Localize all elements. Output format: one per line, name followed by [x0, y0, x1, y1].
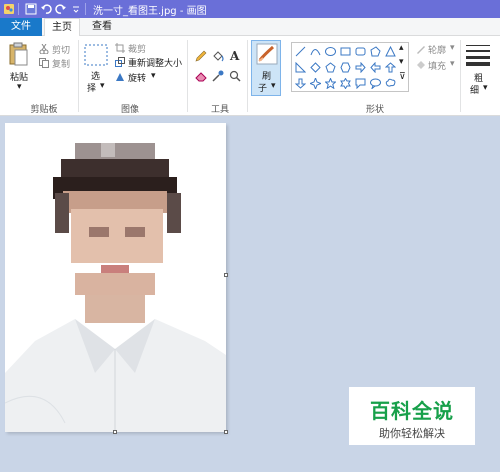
- magnifier-icon[interactable]: [229, 70, 241, 85]
- copy-button[interactable]: 复制: [52, 57, 70, 70]
- shapes-expand-icon[interactable]: ⊽: [399, 72, 406, 82]
- rounded-rectangle-shape-icon[interactable]: [355, 46, 366, 57]
- brush-icon[interactable]: [256, 43, 278, 68]
- watermark-subtitle: 助你轻松解决: [379, 427, 445, 440]
- svg-text:A: A: [229, 49, 240, 62]
- group-separator: [247, 40, 248, 112]
- crop-icon[interactable]: [115, 43, 125, 56]
- paste-dropdown-icon[interactable]: ▾: [17, 82, 22, 92]
- rotate-icon[interactable]: [115, 72, 125, 85]
- triangle-shape-icon[interactable]: [385, 46, 396, 57]
- title-bar: 洗一寸_看图王.jpg - 画图: [0, 0, 500, 18]
- rotate-dropdown-icon[interactable]: ▾: [151, 71, 156, 81]
- size-icon[interactable]: [466, 44, 490, 69]
- drawing-canvas[interactable]: [5, 123, 226, 432]
- diamond-shape-icon[interactable]: [310, 62, 321, 73]
- copy-icon[interactable]: [39, 58, 49, 71]
- crop-button[interactable]: 裁剪: [128, 42, 146, 55]
- right-triangle-shape-icon[interactable]: [295, 62, 306, 73]
- watermark: 百科全说 助你轻松解决: [349, 387, 475, 445]
- pixelated-portrait-image: [5, 143, 226, 432]
- pencil-icon[interactable]: [195, 50, 207, 65]
- outline-icon[interactable]: [416, 44, 426, 57]
- tab-view[interactable]: 查看: [84, 18, 120, 37]
- canvas-resize-handle-bottom[interactable]: [113, 430, 117, 434]
- group-separator: [460, 40, 461, 112]
- titlebar-separator: [85, 3, 86, 15]
- window-title: 洗一寸_看图王.jpg - 画图: [93, 5, 207, 17]
- eraser-icon[interactable]: [195, 70, 207, 85]
- group-label-tools: 工具: [210, 105, 229, 115]
- cut-button[interactable]: 剪切: [52, 43, 70, 56]
- canvas-resize-handle-corner[interactable]: [224, 430, 228, 434]
- color-picker-icon[interactable]: [212, 70, 224, 85]
- brushes-label-line2[interactable]: 子: [258, 81, 267, 94]
- cut-icon[interactable]: [39, 43, 49, 57]
- line-shape-icon[interactable]: [295, 46, 306, 57]
- watermark-title: 百科全说: [370, 399, 454, 423]
- text-icon[interactable]: A: [229, 49, 241, 65]
- select-button-line2[interactable]: 择: [87, 81, 96, 94]
- left-arrow-shape-icon[interactable]: [370, 62, 381, 73]
- polygon-shape-icon[interactable]: [370, 46, 381, 57]
- rounded-callout-shape-icon[interactable]: [355, 78, 366, 89]
- save-icon[interactable]: [25, 3, 37, 15]
- six-point-star-shape-icon[interactable]: [340, 78, 351, 89]
- group-separator: [187, 40, 188, 112]
- shapes-gallery[interactable]: [291, 42, 409, 92]
- curve-shape-icon[interactable]: [310, 46, 321, 57]
- shapes-scroll-up-icon[interactable]: ▴: [399, 43, 404, 53]
- ribbon: 粘贴 ▾ 剪切 复制 剪贴板 选 择 ▾ 裁剪 重新调整大小 旋转 ▾ 图像 A: [0, 36, 500, 116]
- customize-toolbar-icon[interactable]: [70, 3, 82, 15]
- cloud-callout-shape-icon[interactable]: [385, 78, 396, 89]
- size-dropdown-icon[interactable]: ▾: [483, 83, 488, 93]
- resize-button[interactable]: 重新调整大小: [128, 56, 182, 69]
- rotate-button[interactable]: 旋转: [128, 71, 146, 84]
- outline-button[interactable]: 轮廓: [428, 43, 446, 56]
- titlebar-separator: [18, 3, 19, 15]
- fill-dropdown-icon[interactable]: ▾: [450, 59, 455, 69]
- group-label-clipboard: 剪贴板: [30, 105, 58, 115]
- outline-dropdown-icon[interactable]: ▾: [450, 43, 455, 53]
- redo-icon[interactable]: [55, 3, 67, 15]
- paint-app-icon[interactable]: [3, 3, 15, 15]
- right-arrow-shape-icon[interactable]: [355, 62, 366, 73]
- four-point-star-shape-icon[interactable]: [310, 78, 321, 89]
- group-separator: [78, 40, 79, 112]
- size-button-line2[interactable]: 细: [470, 83, 479, 96]
- pentagon-shape-icon[interactable]: [325, 62, 336, 73]
- tab-home[interactable]: 主页: [44, 18, 80, 37]
- resize-icon[interactable]: [115, 57, 125, 70]
- down-arrow-shape-icon[interactable]: [295, 78, 306, 89]
- five-point-star-shape-icon[interactable]: [325, 78, 336, 89]
- tab-file[interactable]: 文件: [0, 18, 42, 36]
- up-arrow-shape-icon[interactable]: [385, 62, 396, 73]
- brushes-dropdown-icon[interactable]: ▾: [271, 81, 276, 91]
- oval-shape-icon[interactable]: [325, 46, 336, 57]
- paste-icon[interactable]: [9, 42, 29, 69]
- undo-icon[interactable]: [40, 3, 52, 15]
- ribbon-tabs: 文件 主页 查看: [0, 18, 500, 37]
- select-dropdown-icon[interactable]: ▾: [100, 81, 105, 91]
- fill-icon[interactable]: [416, 60, 426, 73]
- group-label-image: 图像: [120, 105, 139, 115]
- rectangle-shape-icon[interactable]: [340, 46, 351, 57]
- oval-callout-shape-icon[interactable]: [370, 78, 381, 89]
- fill-button[interactable]: 填充: [428, 59, 446, 72]
- fill-bucket-icon[interactable]: [212, 50, 224, 65]
- shapes-scroll-down-icon[interactable]: ▾: [399, 57, 404, 67]
- group-label-shapes: 形状: [365, 105, 384, 115]
- select-icon[interactable]: [84, 44, 108, 69]
- canvas-resize-handle-right[interactable]: [224, 273, 228, 277]
- hexagon-shape-icon[interactable]: [340, 62, 351, 73]
